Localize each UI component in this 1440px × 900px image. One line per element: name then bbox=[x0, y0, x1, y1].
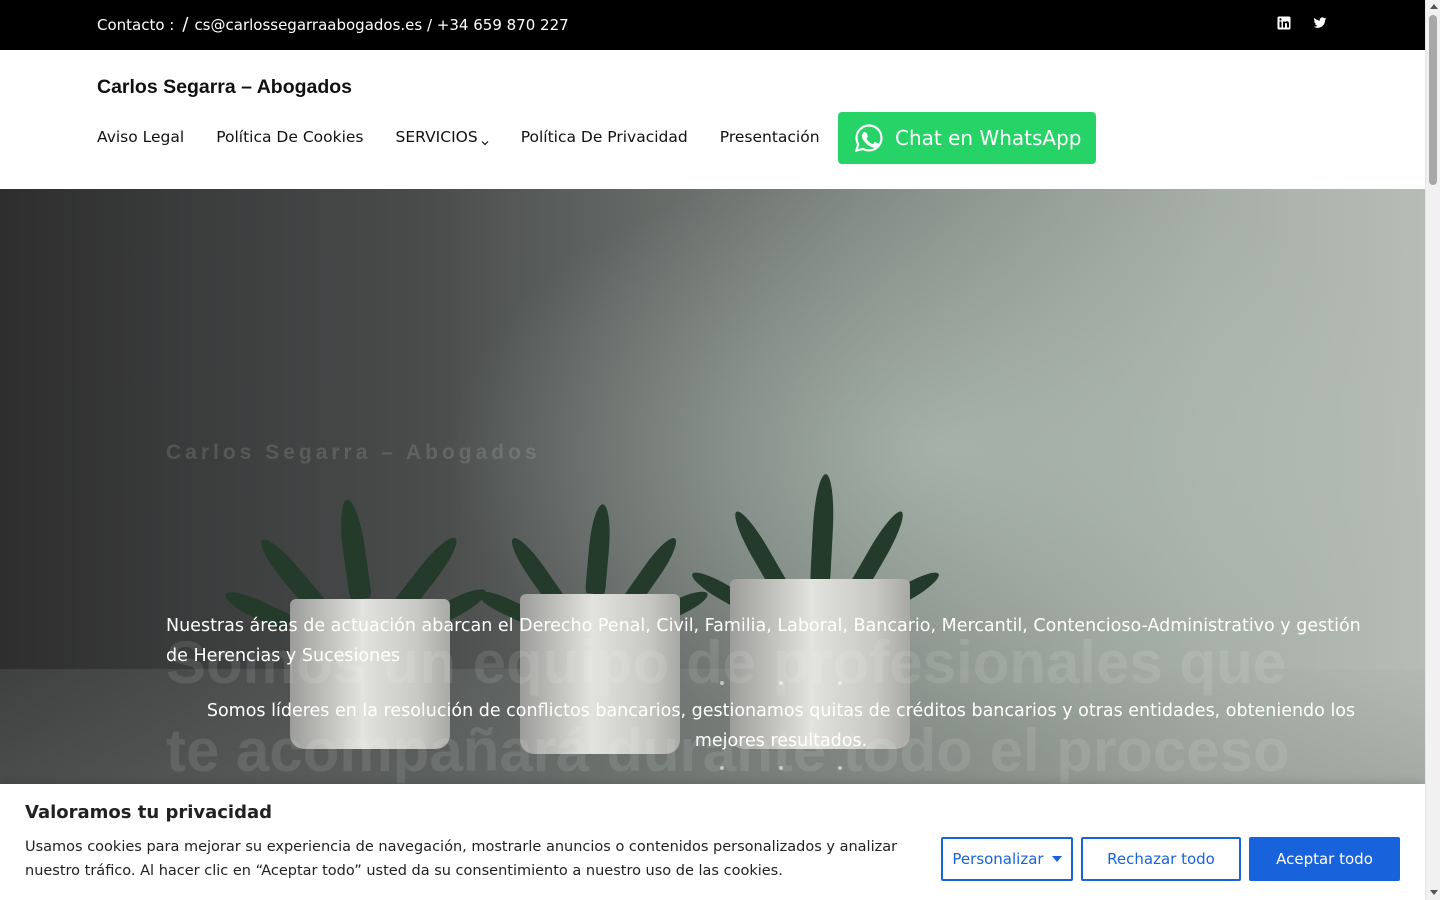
cookie-title: Valoramos tu privacidad bbox=[25, 802, 273, 823]
dot bbox=[838, 766, 842, 770]
linkedin-icon[interactable] bbox=[1277, 16, 1291, 30]
dot bbox=[779, 766, 783, 770]
page-scrollbar[interactable] bbox=[1425, 0, 1440, 900]
nav-servicios-label: SERVICIOS bbox=[395, 128, 478, 146]
scrollbar-thumb[interactable] bbox=[1429, 15, 1437, 185]
dot bbox=[720, 766, 724, 770]
contact-separator: / bbox=[182, 14, 189, 35]
chevron-down-icon bbox=[481, 133, 489, 146]
hero-paragraph-areas: Nuestras áreas de actuación abarcan el D… bbox=[166, 616, 1361, 666]
top-contact-bar: Contacto : / cs@carlossegarraabogados.es /… bbox=[0, 0, 1425, 50]
accept-all-button[interactable]: Aceptar todo bbox=[1249, 837, 1400, 881]
dot bbox=[779, 681, 783, 685]
nav-politica-cookies[interactable]: Política De Cookies bbox=[216, 128, 363, 146]
site-title[interactable]: Carlos Segarra – Abogados bbox=[97, 76, 352, 99]
reject-all-button[interactable]: Rechazar todo bbox=[1081, 837, 1241, 881]
customize-label: Personalizar bbox=[952, 850, 1044, 868]
contact-email-phone[interactable]: cs@carlossegarraabogados.es / +34 659 87… bbox=[194, 16, 568, 34]
scroll-down-arrow-icon[interactable] bbox=[1430, 890, 1438, 895]
hero-kicker: Carlos Segarra – Abogados bbox=[166, 441, 541, 464]
nav-politica-privacidad[interactable]: Política De Privacidad bbox=[521, 128, 688, 146]
dot bbox=[720, 681, 724, 685]
contact-label: Contacto : bbox=[97, 16, 175, 34]
nav-servicios[interactable]: SERVICIOS bbox=[396, 128, 489, 146]
site-header: Carlos Segarra – Abogados Aviso Legal Po… bbox=[0, 50, 1425, 189]
hero-paragraph-leaders: Somos líderes en la resolución de confli… bbox=[206, 701, 1356, 751]
dot bbox=[838, 681, 842, 685]
cookie-consent-banner: Valoramos tu privacidad Usamos cookies p… bbox=[0, 784, 1425, 900]
nav-presentacion[interactable]: Presentación bbox=[720, 128, 820, 146]
customize-button[interactable]: Personalizar bbox=[941, 837, 1073, 881]
social-links bbox=[1277, 16, 1327, 30]
main-nav: Aviso Legal Política De Cookies SERVICIO… bbox=[97, 128, 852, 146]
twitter-icon[interactable] bbox=[1313, 16, 1327, 30]
scroll-up-arrow-icon[interactable] bbox=[1430, 4, 1438, 9]
hero-dots-bottom bbox=[720, 766, 842, 770]
whatsapp-chat-button[interactable]: Chat en WhatsApp bbox=[838, 112, 1096, 164]
nav-aviso-legal[interactable]: Aviso Legal bbox=[97, 128, 184, 146]
hero-dots-top bbox=[720, 681, 842, 685]
contact-info: Contacto : / cs@carlossegarraabogados.es /… bbox=[97, 14, 569, 35]
cookie-description: Usamos cookies para mejorar su experienc… bbox=[25, 839, 898, 879]
whatsapp-label: Chat en WhatsApp bbox=[895, 126, 1082, 150]
caret-down-icon bbox=[1051, 856, 1062, 862]
whatsapp-icon bbox=[853, 122, 885, 154]
